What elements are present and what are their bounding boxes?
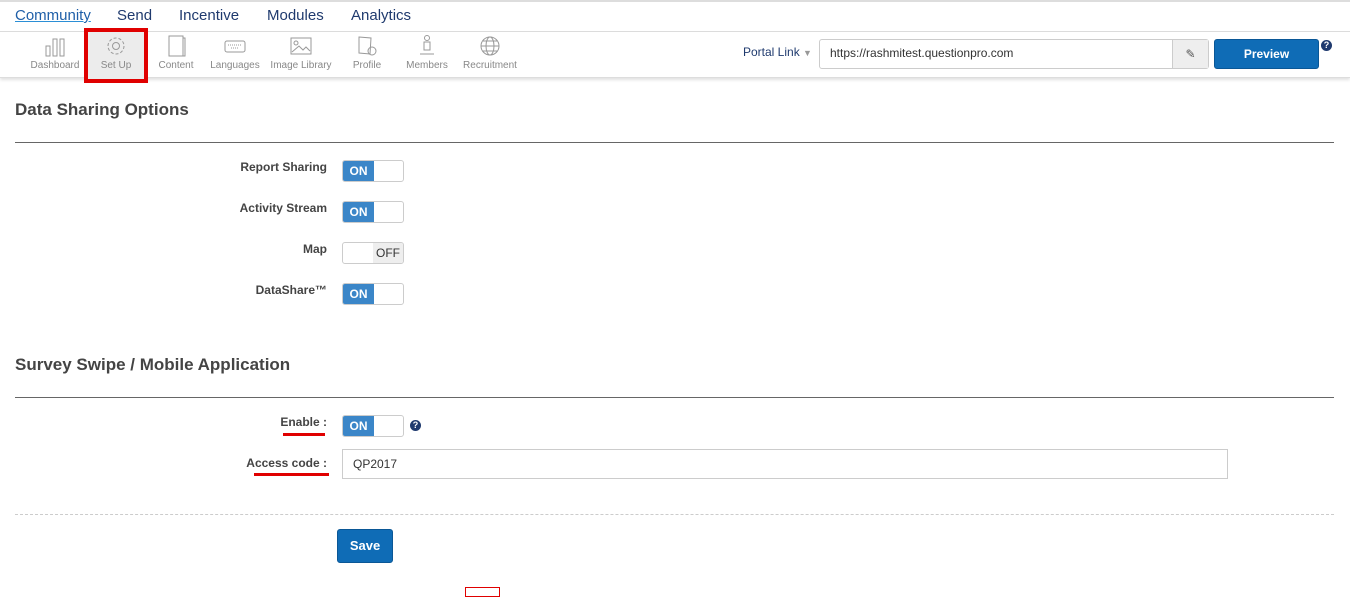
toolbar-setup[interactable]: Set Up [84, 28, 148, 83]
top-nav: Community Send Incentive Modules Analyti… [0, 0, 1350, 32]
enable-toggle[interactable]: ON [342, 415, 404, 437]
access-code-label: Access code : [246, 456, 327, 470]
enable-label: Enable : [280, 415, 327, 429]
divider [15, 514, 1334, 515]
report-sharing-label: Report Sharing [240, 160, 327, 174]
portal-url-value: https://rashmitest.questionpro.com [830, 46, 1014, 60]
toggle-state: ON [343, 416, 374, 436]
section-title-data-sharing: Data Sharing Options [15, 100, 189, 119]
toolbar-recruitment[interactable]: Recruitment [460, 34, 520, 71]
caret-down-icon: ▼ [803, 48, 812, 58]
profile-icon [358, 36, 377, 56]
bar-chart-icon [45, 38, 65, 57]
tab-modules[interactable]: Modules [267, 7, 324, 24]
toolbar-content[interactable]: Content [155, 34, 197, 71]
portal-url-field[interactable]: https://rashmitest.questionpro.com ✎ [819, 39, 1209, 69]
edit-url-button[interactable]: ✎ [1172, 40, 1208, 68]
activity-stream-toggle[interactable]: ON [342, 201, 404, 223]
activity-stream-label: Activity Stream [239, 201, 327, 215]
toggle-state: OFF [373, 243, 403, 263]
tab-incentive[interactable]: Incentive [179, 7, 239, 24]
divider [15, 142, 1334, 143]
datashare-toggle[interactable]: ON [342, 283, 404, 305]
access-code-input[interactable]: QP2017 [342, 449, 1228, 479]
highlight-underline [254, 473, 329, 476]
toolbar-label: Members [406, 60, 448, 71]
portal-link-dropdown[interactable]: Portal Link ▼ [743, 45, 812, 59]
document-icon [168, 35, 186, 57]
tab-send[interactable]: Send [117, 7, 152, 24]
access-code-value: QP2017 [353, 457, 398, 471]
toolbar-label: Profile [352, 60, 382, 71]
divider [15, 397, 1334, 398]
toggle-state: ON [343, 284, 374, 304]
toolbar-label: Recruitment [463, 60, 517, 71]
toolbar-label: Content [158, 60, 194, 71]
highlight-underline [283, 433, 325, 436]
section-title-survey-swipe: Survey Swipe / Mobile Application [15, 355, 291, 374]
globe-icon [480, 36, 500, 56]
toolbar-languages[interactable]: Languages [209, 34, 261, 71]
preview-button[interactable]: Preview [1214, 39, 1319, 69]
toolbar-label: Image Library [270, 60, 332, 71]
gear-icon [107, 37, 125, 55]
toolbar-label: Languages [210, 60, 260, 71]
report-sharing-toggle[interactable]: ON [342, 160, 404, 182]
toolbar-dashboard[interactable]: Dashboard [28, 34, 82, 71]
pencil-icon: ✎ [1185, 47, 1196, 61]
help-icon[interactable]: ? [410, 420, 421, 431]
save-button[interactable]: Save [337, 529, 393, 563]
toolbar-image-library[interactable]: Image Library [268, 34, 334, 71]
image-icon [290, 37, 312, 55]
toolbar-label: Set Up [100, 60, 132, 71]
footer-highlight-box [465, 587, 500, 597]
toggle-state: ON [343, 202, 374, 222]
tab-community[interactable]: Community [15, 7, 91, 24]
datashare-label: DataShare™ [255, 283, 327, 297]
toggle-state: ON [343, 161, 374, 181]
person-icon [420, 35, 434, 55]
help-icon[interactable]: ? [1321, 40, 1332, 51]
toolbar-profile[interactable]: Profile [348, 34, 386, 71]
tab-analytics[interactable]: Analytics [351, 7, 411, 24]
map-label: Map [303, 242, 327, 256]
map-toggle[interactable]: OFF [342, 242, 404, 264]
toolbar-members[interactable]: Members [404, 34, 450, 71]
toolbar-label: Dashboard [30, 60, 80, 71]
portal-link-label: Portal Link [743, 45, 800, 59]
keyboard-icon [224, 40, 246, 53]
